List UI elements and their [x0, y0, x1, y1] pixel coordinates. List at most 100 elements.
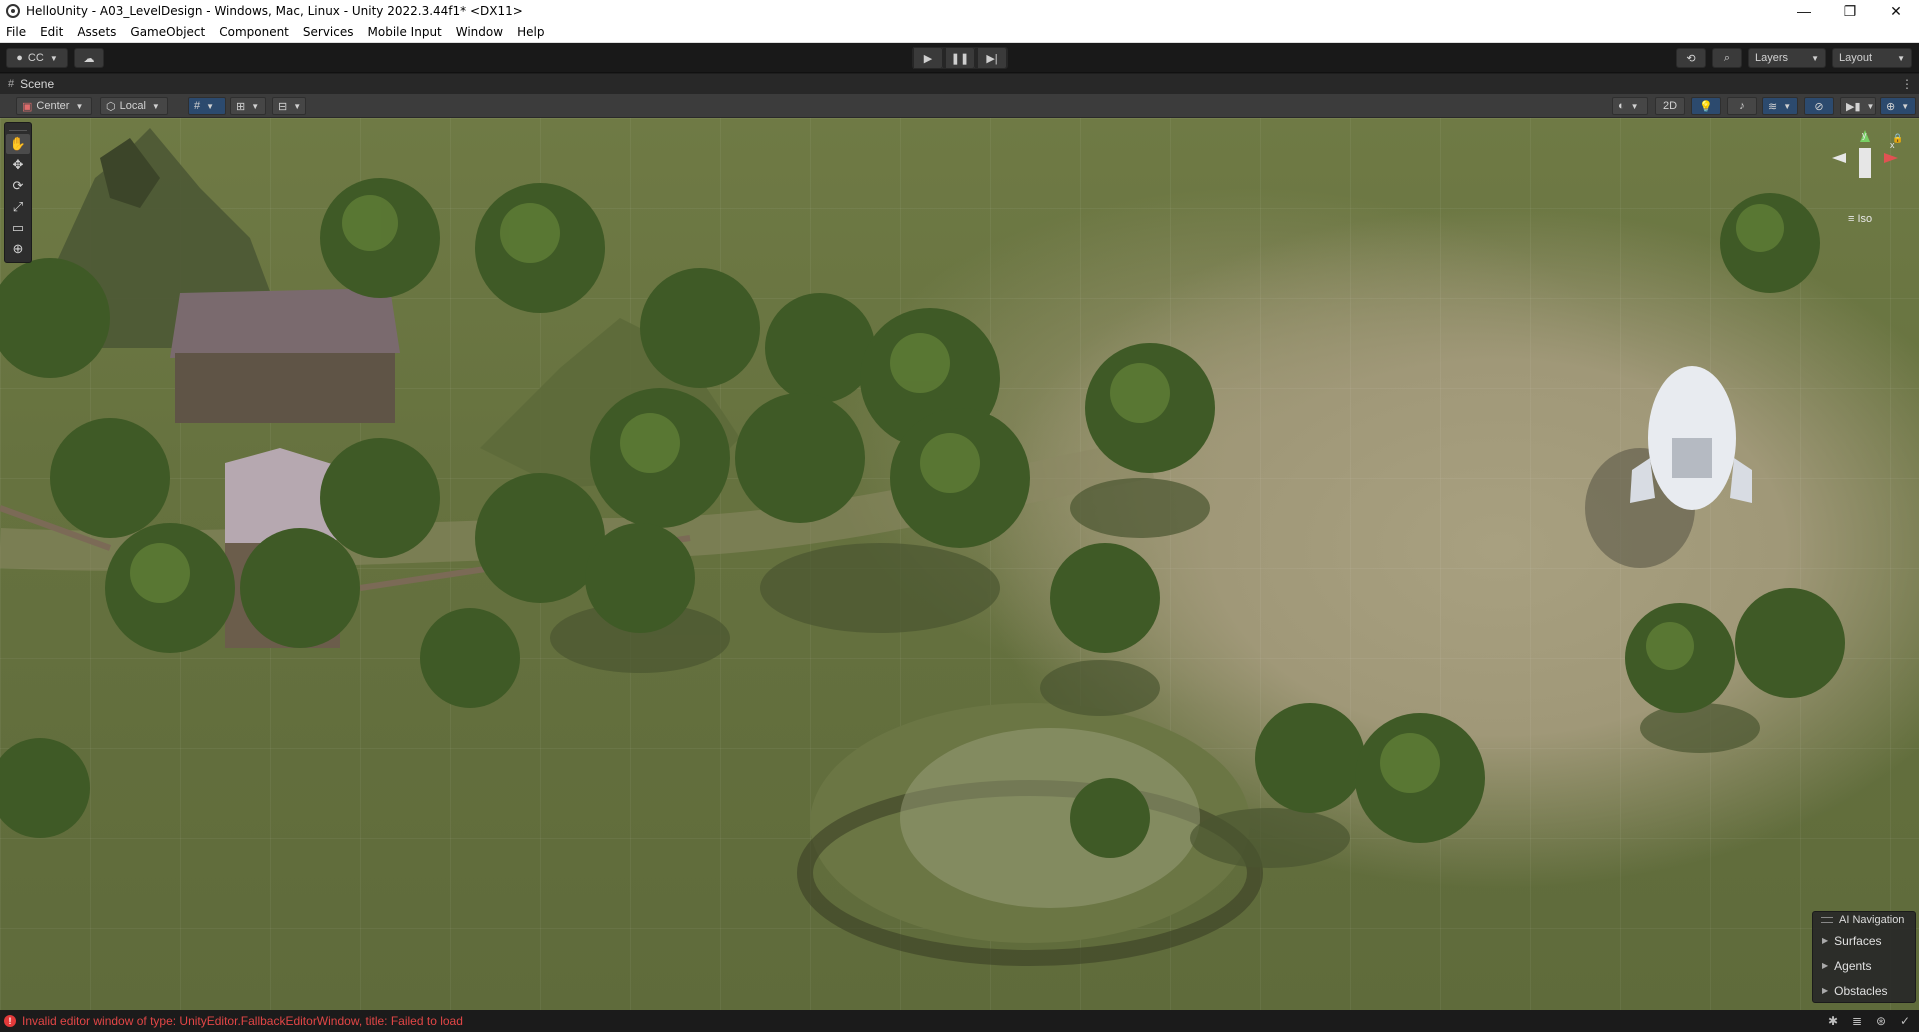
menu-help[interactable]: Help [517, 25, 544, 39]
rect-tool[interactable]: ▭ [6, 218, 30, 238]
transform-icon: ⊕ [12, 241, 24, 256]
console-message[interactable]: Invalid editor window of type: UnityEdit… [22, 1014, 463, 1028]
pivot-icon: ▣ [22, 100, 33, 113]
grid-snapping-toggle[interactable]: ⊞ ▼ [230, 97, 266, 115]
gizmo-neg-x-axis[interactable] [1832, 153, 1846, 163]
ai-nav-item-surfaces[interactable]: ▶ Surfaces [1813, 928, 1915, 953]
chevron-down-icon: ▼ [49, 53, 58, 63]
account-label: CC [27, 52, 44, 64]
scene-grid-icon: # [8, 78, 15, 90]
scene-tab-bar: # Scene ⋮ [0, 74, 1919, 94]
2d-label: 2D [1662, 100, 1678, 112]
hand-tool[interactable]: ✋ [6, 134, 30, 154]
cloud-button[interactable]: ☁ [74, 48, 104, 68]
undo-history-button[interactable]: ⟲ [1676, 48, 1706, 68]
title-bar: HelloUnity - A03_LevelDesign - Windows, … [0, 0, 1919, 22]
menu-mobile-input[interactable]: Mobile Input [368, 25, 442, 39]
menu-window[interactable]: Window [456, 25, 503, 39]
menu-gameobject[interactable]: GameObject [130, 25, 205, 39]
ai-navigation-header[interactable]: AI Navigation [1813, 912, 1915, 928]
ai-nav-item-agents[interactable]: ▶ Agents [1813, 953, 1915, 978]
space-label: Local [119, 100, 146, 112]
step-button[interactable]: ▶| [976, 47, 1008, 69]
pivot-mode-dropdown[interactable]: ▣ Center ▼ [16, 97, 92, 115]
spaceship-grill [1672, 438, 1712, 478]
audio-toggle[interactable]: ♪ [1727, 97, 1757, 115]
rect-transform-icon: ▭ [11, 220, 25, 235]
menu-services[interactable]: Services [303, 25, 354, 39]
tool-palette: ✋ ✥ ⟳ ⤢ ▭ ⊕ [4, 122, 32, 263]
status-icons: ✱ ≣ ⊛ ✓ [1825, 1013, 1913, 1029]
move-arrows-icon: ✥ [12, 157, 24, 172]
scale-tool[interactable]: ⤢ [6, 197, 30, 217]
restore-button[interactable]: ❐ [1827, 0, 1873, 22]
unity-logo-icon [6, 4, 20, 18]
ai-nav-item-obstacles[interactable]: ▶ Obstacles [1813, 978, 1915, 1003]
search-button[interactable]: ⌕ [1712, 48, 1742, 68]
more-options-icon[interactable]: ⋮ [1901, 77, 1913, 91]
account-icon: ● [16, 52, 23, 64]
layers-label: Layers [1755, 52, 1789, 64]
shading-sphere-icon: ◐ [1618, 100, 1625, 112]
stack-icon[interactable]: ≣ [1849, 1013, 1865, 1029]
grid-visibility-toggle[interactable]: # ▼ [188, 97, 226, 115]
increment-snap-toggle[interactable]: ⊟ ▼ [272, 97, 306, 115]
camera-settings-dropdown[interactable]: ▶▮ ▼ [1840, 97, 1876, 115]
menu-file[interactable]: File [6, 25, 26, 39]
plateau-pattern [900, 728, 1200, 908]
ai-nav-item-label: Surfaces [1834, 933, 1882, 948]
speaker-icon: ♪ [1739, 100, 1745, 112]
expand-arrow-icon: ▶ [1822, 961, 1829, 970]
menu-assets[interactable]: Assets [77, 25, 116, 39]
playmode-controls: ▶ ❚❚ ▶| [912, 47, 1008, 69]
transform-tool[interactable]: ⊕ [6, 239, 30, 259]
palette-grip[interactable] [9, 125, 27, 131]
lock-icon[interactable]: 🔒 [1892, 133, 1903, 144]
move-tool[interactable]: ✥ [6, 155, 30, 175]
gizmos-dropdown[interactable]: ⊕ ▼ [1880, 97, 1916, 115]
cloud-icon: ☁ [83, 52, 95, 65]
minimize-button[interactable]: — [1781, 0, 1827, 22]
tab-scene[interactable]: # Scene [0, 74, 62, 94]
effects-dropdown[interactable]: ≋ ▼ [1762, 97, 1798, 115]
history-icon: ⟲ [1686, 52, 1696, 65]
auto-generate-lighting-icon[interactable]: ⊛ [1873, 1013, 1889, 1029]
status-bar: ! Invalid editor window of type: UnityEd… [0, 1010, 1919, 1032]
progress-check-icon[interactable]: ✓ [1897, 1013, 1913, 1029]
2d-mode-toggle[interactable]: 2D [1655, 97, 1685, 115]
layout-dropdown[interactable]: Layout ▼ [1832, 48, 1912, 68]
menu-edit[interactable]: Edit [40, 25, 63, 39]
draw-mode-dropdown[interactable]: ◐ ▼ [1612, 97, 1648, 115]
close-button[interactable]: ✕ [1873, 0, 1919, 22]
spaceship-fin-right [1730, 458, 1752, 503]
projection-label: Iso [1857, 213, 1873, 225]
account-dropdown[interactable]: ● CC ▼ [6, 48, 68, 68]
projection-toggle[interactable]: ≡ Iso [1848, 213, 1872, 225]
bug-icon[interactable]: ✱ [1825, 1013, 1841, 1029]
expand-arrow-icon: ▶ [1822, 936, 1829, 945]
step-icon: ▶| [977, 47, 1007, 69]
chevron-down-icon: ▼ [1866, 101, 1875, 111]
gizmo-x-axis[interactable] [1884, 153, 1898, 163]
hand-icon: ✋ [9, 136, 27, 151]
pivot-rotation-dropdown[interactable]: ⬡ Local ▼ [100, 97, 168, 115]
effects-layers-icon: ≋ [1768, 100, 1778, 113]
expand-arrow-icon: ▶ [1822, 986, 1829, 995]
lighting-toggle[interactable]: 💡 [1691, 97, 1721, 115]
play-button[interactable]: ▶ [912, 47, 944, 69]
orientation-gizmo[interactable]: y x [1830, 128, 1900, 208]
rotate-tool[interactable]: ⟳ [6, 176, 30, 196]
house-roof [170, 288, 400, 358]
ai-nav-item-label: Obstacles [1834, 983, 1888, 998]
layout-label: Layout [1839, 52, 1873, 64]
ai-nav-item-label: Agents [1834, 958, 1872, 973]
layers-dropdown[interactable]: Layers ▼ [1748, 48, 1826, 68]
pause-button[interactable]: ❚❚ [944, 47, 976, 69]
main-toolbar: ● CC ▼ ☁ ▶ ❚❚ ▶| ⟲ ⌕ Layers ▼ Layout ▼ [0, 43, 1919, 73]
scene-viewport[interactable]: y x ≡ Iso 🔒 [0, 118, 1919, 1010]
chevron-down-icon: ▼ [1901, 101, 1910, 111]
ruler-icon: ⊟ [278, 100, 288, 113]
menu-component[interactable]: Component [219, 25, 289, 39]
scene-visibility-toggle[interactable]: ⊘ [1804, 97, 1834, 115]
scene-toolbar: ▣ Center ▼ ⬡ Local ▼ # ▼ ⊞ ▼ ⊟ ▼ ◐ ▼ 2D … [0, 94, 1919, 118]
